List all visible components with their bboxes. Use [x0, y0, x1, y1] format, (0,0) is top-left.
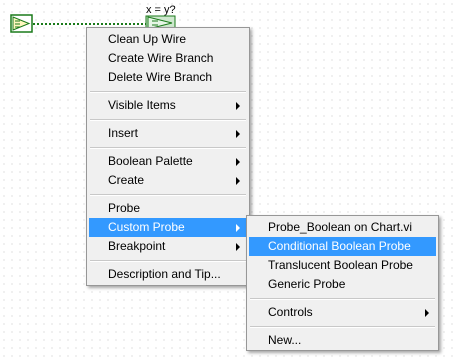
submenu-arrow-icon	[236, 224, 240, 232]
submenu-item-new[interactable]: New...	[249, 331, 436, 350]
menu-item-description-and-tip[interactable]: Description and Tip...	[89, 265, 247, 284]
submenu-item-probe-boolean-on-chart[interactable]: Probe_Boolean on Chart.vi	[249, 218, 436, 237]
menu-item-insert[interactable]: Insert	[89, 124, 247, 143]
menu-separator	[249, 322, 436, 331]
submenu-arrow-icon	[236, 243, 240, 251]
menu-item-visible-items[interactable]: Visible Items	[89, 96, 247, 115]
menu-item-label: Custom Probe	[108, 220, 185, 234]
wire-context-menu: Clean Up Wire Create Wire Branch Delete …	[86, 27, 250, 286]
menu-item-boolean-palette[interactable]: Boolean Palette	[89, 152, 247, 171]
menu-item-label: Boolean Palette	[108, 154, 193, 168]
menu-item-probe[interactable]: Probe	[89, 199, 247, 218]
custom-probe-submenu: Probe_Boolean on Chart.vi Conditional Bo…	[246, 215, 439, 351]
menu-item-create[interactable]: Create	[89, 171, 247, 190]
submenu-arrow-icon	[236, 102, 240, 110]
menu-item-clean-up-wire[interactable]: Clean Up Wire	[89, 30, 247, 49]
submenu-item-translucent-boolean-probe[interactable]: Translucent Boolean Probe	[249, 256, 436, 275]
submenu-arrow-icon	[425, 309, 429, 317]
submenu-item-conditional-boolean-probe[interactable]: Conditional Boolean Probe	[249, 237, 436, 256]
menu-item-label: Create	[108, 173, 145, 187]
submenu-item-generic-probe[interactable]: Generic Probe	[249, 275, 436, 294]
menu-item-label: Visible Items	[108, 98, 176, 112]
menu-separator	[89, 87, 247, 96]
menu-item-custom-probe[interactable]: Custom Probe	[89, 218, 247, 237]
submenu-arrow-icon	[236, 130, 240, 138]
menu-item-label: Insert	[108, 126, 139, 140]
menu-item-breakpoint[interactable]: Breakpoint	[89, 237, 247, 256]
submenu-arrow-icon	[236, 158, 240, 166]
menu-item-delete-wire-branch[interactable]: Delete Wire Branch	[89, 68, 247, 87]
menu-separator	[89, 190, 247, 199]
comparison-label: x = y?	[146, 4, 176, 16]
menu-item-label: Breakpoint	[108, 239, 166, 253]
menu-separator	[89, 256, 247, 265]
submenu-arrow-icon	[236, 177, 240, 185]
menu-separator	[89, 115, 247, 124]
submenu-item-controls[interactable]: Controls	[249, 303, 436, 322]
menu-item-label: Controls	[268, 305, 313, 319]
menu-separator	[249, 294, 436, 303]
menu-separator	[89, 143, 247, 152]
menu-item-create-wire-branch[interactable]: Create Wire Branch	[89, 49, 247, 68]
boolean-terminal[interactable]	[10, 14, 33, 33]
